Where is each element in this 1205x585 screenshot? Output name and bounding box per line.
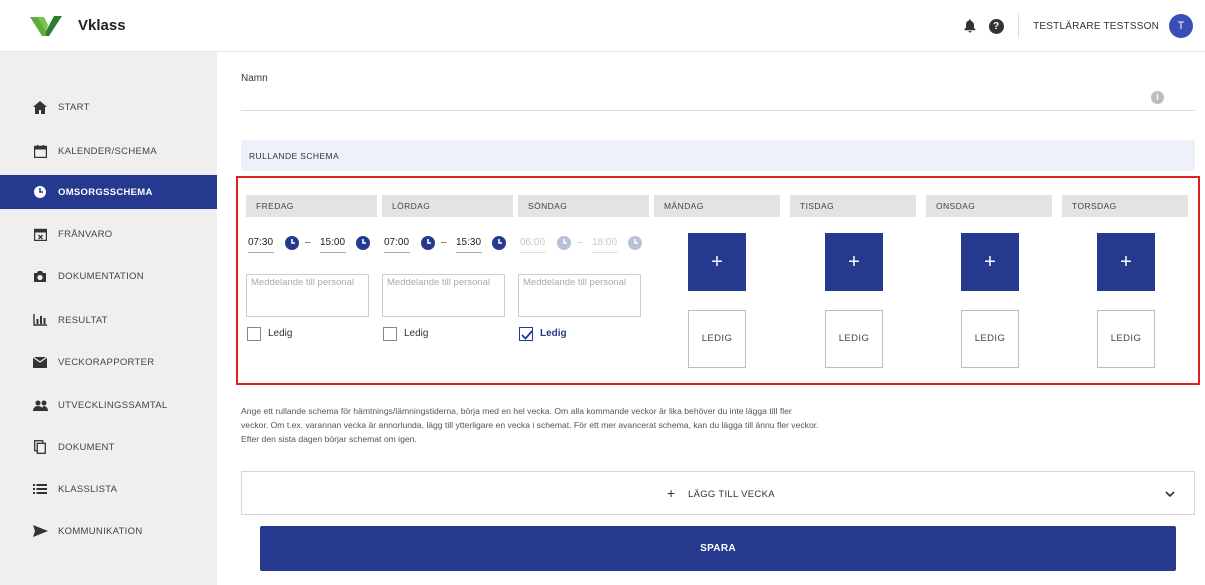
sidebar-item-dokumentation[interactable]: DOKUMENTATION [0,259,217,293]
sidebar-item-label: DOKUMENTATION [58,270,144,282]
info-icon[interactable]: i [1151,91,1164,104]
day-header-tisdag: TISDAG [790,195,916,217]
day-header-fredag: FREDAG [246,195,377,217]
checkmark-icon [521,330,533,340]
sidebar-item-label: DOKUMENT [58,441,115,453]
ledig-checkbox-label: Ledig [540,328,567,339]
ledig-button[interactable]: LEDIG [825,310,883,368]
day-header-sondag: SÖNDAG [518,195,649,217]
sidebar-item-franvaro[interactable]: FRÅNVARO [0,217,217,251]
clock-icon[interactable] [285,236,299,250]
user-name[interactable]: TESTLÄRARE TESTSSON [1033,21,1159,32]
plus-icon: + [667,485,676,501]
start-time-input: 06:00 [520,233,546,253]
bar-chart-icon [32,312,48,328]
help-icon: ? [988,18,1004,34]
sidebar-item-label: KLASSLISTA [58,483,118,495]
header-actions: ? TESTLÄRARE TESTSSON T [952,14,1193,38]
sidebar-item-label: FRÅNVARO [58,228,113,240]
add-week-button[interactable]: + LÄGG TILL VECKA [241,471,1195,515]
clock-icon [32,184,48,200]
send-icon [32,523,48,539]
start-time-input[interactable]: 07:30 [248,233,274,253]
list-icon [32,481,48,497]
sidebar-item-label: KALENDER/SCHEMA [58,145,157,157]
help-button[interactable]: ? [988,18,1004,34]
rolling-schedule-header: RULLANDE SCHEMA [241,140,1195,171]
time-separator: – [305,237,311,248]
sidebar-item-utvecklingssamtal[interactable]: UTVECKLINGSSAMTAL [0,388,217,422]
documents-icon [32,439,48,455]
sidebar-item-start[interactable]: START [0,90,217,124]
ledig-checkbox-label: Ledig [404,328,429,339]
name-field-label: Namn [241,73,268,84]
app-name: Vklass [78,17,126,34]
sidebar-item-label: START [58,101,90,113]
clock-icon [628,236,642,250]
bell-icon[interactable] [962,18,978,34]
clock-icon [557,236,571,250]
staff-message-input[interactable]: Meddelande till personal [382,274,505,317]
sidebar-item-label: RESULTAT [58,314,108,326]
day-header-onsdag: ONSDAG [926,195,1052,217]
day-header-torsdag: TORSDAG [1062,195,1188,217]
header-divider [1018,14,1020,38]
add-time-button[interactable]: + [688,233,746,291]
add-time-button[interactable]: + [961,233,1019,291]
time-separator: – [441,237,447,248]
name-field[interactable] [241,110,1195,111]
ledig-checkbox[interactable] [247,327,261,341]
ledig-checkbox[interactable] [383,327,397,341]
top-bar: Vklass ? TESTLÄRARE TESTSSON T [0,0,1205,52]
rolling-schedule-title: RULLANDE SCHEMA [249,151,340,161]
sidebar-item-label: UTVECKLINGSSAMTAL [58,399,168,411]
schedule-instructions: Ange ett rullande schema för hämtnings/l… [241,406,819,444]
staff-message-input[interactable]: Meddelande till personal [246,274,369,317]
add-time-button[interactable]: + [825,233,883,291]
start-time-input[interactable]: 07:00 [384,233,410,253]
sidebar-item-veckorapporter[interactable]: VECKORAPPORTER [0,345,217,379]
ledig-checkbox[interactable] [519,327,533,341]
sidebar-item-klasslista[interactable]: KLASSLISTA [0,472,217,506]
clock-icon[interactable] [356,236,370,250]
sidebar: START KALENDER/SCHEMA OMSORGSSCHEMA FRÅN… [0,52,217,585]
end-time-input[interactable]: 15:30 [456,233,482,253]
sidebar-item-kommunikation[interactable]: KOMMUNIKATION [0,514,217,548]
sidebar-item-label: VECKORAPPORTER [58,356,155,368]
home-icon [32,99,48,115]
sidebar-item-dokument[interactable]: DOKUMENT [0,430,217,464]
staff-message-input[interactable]: Meddelande till personal [518,274,641,317]
vklass-logo[interactable] [30,14,62,36]
ledig-button[interactable]: LEDIG [1097,310,1155,368]
clock-icon[interactable] [492,236,506,250]
save-button[interactable]: SPARA [260,526,1176,571]
calendar-icon [32,143,48,159]
time-separator: – [577,237,583,248]
add-time-button[interactable]: + [1097,233,1155,291]
end-time-input[interactable]: 15:00 [320,233,346,253]
add-week-label: LÄGG TILL VECKA [688,489,775,500]
end-time-input: 18:00 [592,233,618,253]
day-header-lordag: LÖRDAG [382,195,513,217]
sidebar-item-label: OMSORGSSCHEMA [58,186,153,198]
sidebar-item-kalender[interactable]: KALENDER/SCHEMA [0,134,217,168]
people-icon [32,397,48,413]
ledig-button[interactable]: LEDIG [961,310,1019,368]
envelope-icon [32,354,48,370]
sidebar-item-omsorgsschema[interactable]: OMSORGSSCHEMA [0,175,217,209]
chevron-down-icon [1165,491,1175,498]
camera-icon [32,268,48,284]
ledig-button[interactable]: LEDIG [688,310,746,368]
absence-calendar-icon [32,226,48,242]
avatar[interactable]: T [1169,14,1193,38]
sidebar-item-resultat[interactable]: RESULTAT [0,303,217,337]
day-header-mandag: MÅNDAG [654,195,780,217]
ledig-checkbox-label: Ledig [268,328,293,339]
sidebar-item-label: KOMMUNIKATION [58,525,143,537]
clock-icon[interactable] [421,236,435,250]
